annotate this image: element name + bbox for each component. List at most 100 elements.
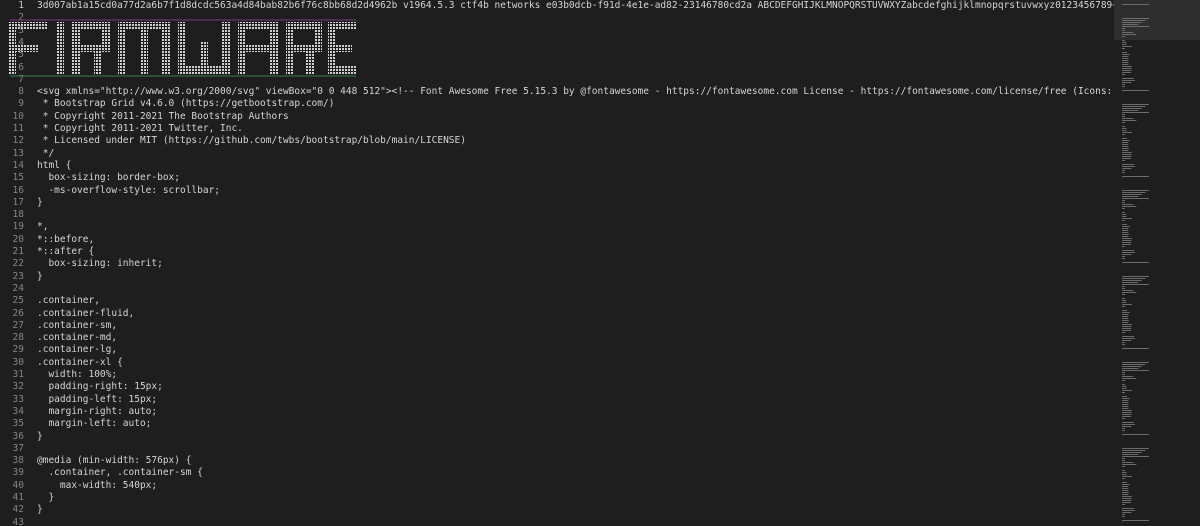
code-line[interactable]: .container-md, [37, 332, 117, 344]
code-line[interactable]: *::after { [37, 246, 94, 258]
minimap-line [1122, 170, 1125, 171]
line-number[interactable]: 27 [0, 320, 24, 332]
line-number[interactable]: 18 [0, 209, 24, 221]
code-line[interactable]: 3d007ab1a15cd0a77d2a6b7f1d8dcdc563a4d84b… [37, 0, 1114, 12]
line-number[interactable]: 8 [0, 86, 24, 98]
minimap-line [1122, 470, 1125, 471]
line-number[interactable]: 19 [0, 221, 24, 233]
code-line[interactable]: } [37, 492, 54, 504]
line-number[interactable]: 38 [0, 455, 24, 467]
line-number[interactable]: 14 [0, 160, 24, 172]
minimap-line [1122, 294, 1125, 295]
minimap-line [1122, 312, 1130, 313]
line-number[interactable]: 23 [0, 271, 24, 283]
line-number[interactable]: 37 [0, 443, 24, 455]
minimap-line [1122, 472, 1127, 473]
line-number[interactable]: 30 [0, 357, 24, 369]
minimap-line [1122, 376, 1134, 377]
code-line[interactable]: .container-xl { [37, 357, 123, 369]
minimap-line [1122, 404, 1129, 405]
code-line[interactable]: * Copyright 2011-2021 Twitter, Inc. [37, 123, 243, 135]
code-line[interactable]: padding-right: 15px; [37, 381, 162, 393]
code-line[interactable]: box-sizing: border-box; [37, 172, 180, 184]
code-line[interactable]: .container-lg, [37, 344, 117, 356]
code-line[interactable]: .container-sm, [37, 320, 117, 332]
line-number[interactable]: 1 [0, 0, 24, 12]
line-number[interactable]: 41 [0, 492, 24, 504]
code-line[interactable]: } [37, 504, 43, 516]
code-line[interactable]: html { [37, 160, 71, 172]
line-number[interactable]: 24 [0, 283, 24, 295]
minimap-line [1122, 244, 1131, 245]
code-editor[interactable]: 1 2 3 4 5 6 7 8 9 10 11 12 13 14 15 16 17 18 19 20 21 22 23 24 2… [0, 0, 1200, 526]
minimap-line [1122, 152, 1132, 153]
minimap-line [1122, 64, 1129, 65]
code-line[interactable]: .container, [37, 295, 100, 307]
code-line[interactable]: margin-right: auto; [37, 406, 157, 418]
code-line[interactable]: } [37, 271, 43, 283]
minimap[interactable] [1114, 0, 1200, 526]
code-line[interactable]: * Copyright 2011-2021 The Bootstrap Auth… [37, 111, 289, 123]
minimap-line [1122, 110, 1139, 111]
code-line[interactable]: width: 100%; [37, 369, 117, 381]
minimap-line [1122, 492, 1129, 493]
code-line[interactable]: margin-left: auto; [37, 418, 151, 430]
code-line[interactable]: } [37, 431, 43, 443]
minimap-line [1122, 502, 1131, 503]
line-number[interactable]: 17 [0, 197, 24, 209]
line-number[interactable]: 28 [0, 332, 24, 344]
code-line[interactable]: @media (min-width: 576px) { [37, 455, 191, 467]
minimap-viewport-slider[interactable] [1114, 0, 1200, 40]
code-line[interactable]: box-sizing: inherit; [37, 258, 162, 270]
line-number[interactable]: 39 [0, 467, 24, 479]
line-number[interactable]: 29 [0, 344, 24, 356]
minimap-line [1122, 424, 1136, 425]
code-text-area[interactable]: 3d007ab1a15cd0a77d2a6b7f1d8dcdc563a4d84b… [37, 0, 1114, 526]
line-number[interactable]: 22 [0, 258, 24, 270]
minimap-line [1122, 320, 1129, 321]
code-line[interactable]: .container, .container-sm { [37, 467, 202, 479]
line-number-gutter[interactable]: 1 2 3 4 5 6 7 8 9 10 11 12 13 14 15 16 17 18 19 20 21 22 23 24 2… [0, 0, 30, 526]
line-number[interactable]: 13 [0, 148, 24, 160]
line-number[interactable]: 40 [0, 480, 24, 492]
code-line[interactable]: <svg xmlns="http://www.w3.org/2000/svg" … [37, 86, 1114, 98]
line-number[interactable]: 32 [0, 381, 24, 393]
minimap-line [1122, 154, 1132, 155]
vertical-scrollbar[interactable] [1190, 0, 1200, 526]
line-number[interactable]: 36 [0, 431, 24, 443]
minimap-line [1122, 338, 1136, 339]
code-line[interactable]: */ [37, 148, 54, 160]
code-line[interactable]: * Licensed under MIT (https://github.com… [37, 135, 466, 147]
line-number[interactable]: 10 [0, 111, 24, 123]
line-number[interactable]: 20 [0, 234, 24, 246]
ascii-art-firmware [6, 18, 358, 78]
line-number[interactable]: 34 [0, 406, 24, 418]
minimap-line [1122, 196, 1139, 197]
code-line[interactable]: padding-left: 15px; [37, 394, 157, 406]
line-number[interactable]: 9 [0, 98, 24, 110]
line-number[interactable]: 33 [0, 394, 24, 406]
code-line[interactable]: -ms-overflow-style: scrollbar; [37, 185, 220, 197]
minimap-line [1122, 108, 1142, 109]
line-number[interactable]: 16 [0, 185, 24, 197]
minimap-line [1122, 474, 1127, 475]
line-number[interactable]: 11 [0, 123, 24, 135]
line-number[interactable]: 25 [0, 295, 24, 307]
line-number[interactable]: 42 [0, 504, 24, 516]
code-line[interactable]: *::before, [37, 234, 94, 246]
line-number[interactable]: 43 [0, 517, 24, 526]
code-line[interactable]: .container-fluid, [37, 308, 134, 320]
minimap-line [1122, 66, 1132, 67]
code-line[interactable]: * Bootstrap Grid v4.6.0 (https://getboot… [37, 98, 335, 110]
code-line[interactable]: } [37, 197, 43, 209]
line-number[interactable]: 35 [0, 418, 24, 430]
code-line[interactable]: max-width: 540px; [37, 480, 157, 492]
minimap-line [1122, 106, 1146, 107]
code-line[interactable]: *, [37, 221, 48, 233]
line-number[interactable]: 21 [0, 246, 24, 258]
minimap-line [1122, 504, 1125, 505]
line-number[interactable]: 31 [0, 369, 24, 381]
line-number[interactable]: 12 [0, 135, 24, 147]
line-number[interactable]: 26 [0, 308, 24, 320]
line-number[interactable]: 15 [0, 172, 24, 184]
